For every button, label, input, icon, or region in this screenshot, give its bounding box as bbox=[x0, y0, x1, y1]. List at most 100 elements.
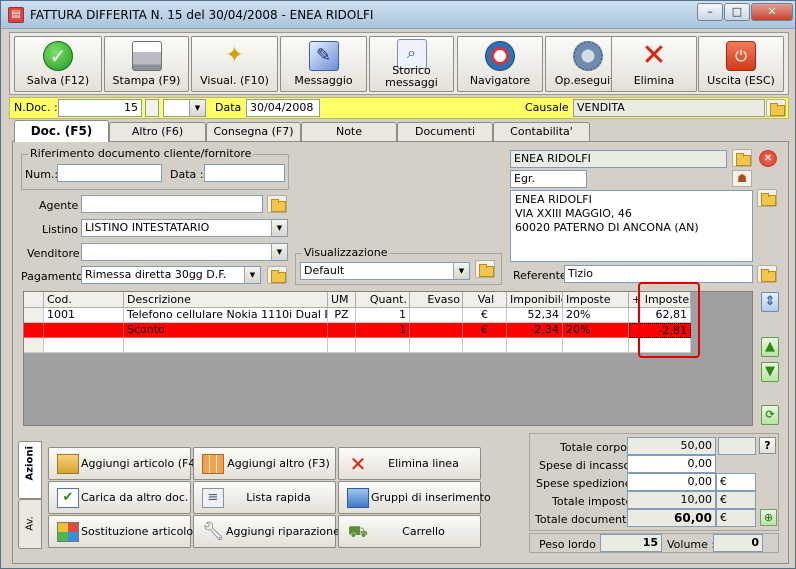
messaggio-button[interactable]: ✎ Messaggio bbox=[280, 36, 367, 92]
zoom-add-icon[interactable]: ⊕ bbox=[760, 509, 777, 526]
cell-quant[interactable]: 1 bbox=[356, 308, 410, 323]
tab-altro[interactable]: Altro (F6) bbox=[109, 122, 206, 141]
lista-rapida-button[interactable]: ≡ Lista rapida bbox=[193, 481, 336, 514]
cell-evaso[interactable] bbox=[410, 323, 463, 338]
pagamento-select[interactable]: Rimessa diretta 30gg D.F. ▼ bbox=[81, 266, 261, 284]
spese-incasso-field[interactable]: 0,00 bbox=[627, 455, 716, 473]
address-folder-icon[interactable] bbox=[757, 189, 777, 207]
tab-doc[interactable]: Doc. (F5) bbox=[14, 120, 109, 142]
table-row[interactable] bbox=[24, 338, 691, 353]
cell-descrizione[interactable]: Sconto bbox=[124, 323, 328, 338]
minimize-button[interactable]: – bbox=[697, 3, 723, 21]
cell-imposte[interactable] bbox=[563, 338, 629, 353]
rif-data-field[interactable] bbox=[204, 164, 285, 182]
cell-cod[interactable] bbox=[44, 338, 124, 353]
grid-header-imposte[interactable]: Imposte bbox=[563, 292, 629, 308]
cell-quant[interactable] bbox=[356, 338, 410, 353]
cell-cod[interactable] bbox=[44, 323, 124, 338]
gruppi-inserimento-button[interactable]: Gruppi di inserimento bbox=[338, 481, 491, 514]
cell-evaso[interactable] bbox=[410, 308, 463, 323]
cliente-delete-icon[interactable]: ✕ bbox=[759, 150, 777, 167]
visual-button[interactable]: ✦ Visual. (F10) bbox=[191, 36, 278, 92]
ndoc-field[interactable]: 15 bbox=[58, 99, 142, 117]
salva-button[interactable]: ✓ Salva (F12) bbox=[14, 36, 102, 92]
peso-lordo-field[interactable]: 15 bbox=[600, 534, 662, 552]
tab-documenti[interactable]: Documenti bbox=[397, 122, 493, 141]
volume-field[interactable]: 0 bbox=[713, 534, 763, 552]
cell-um[interactable]: PZ bbox=[328, 308, 356, 323]
visualizzazione-select[interactable]: Default ▼ bbox=[300, 262, 470, 280]
grid-header-quant[interactable]: Quant. bbox=[356, 292, 410, 308]
visualizzazione-folder-icon[interactable] bbox=[475, 260, 495, 278]
grid-header-evaso[interactable]: Evaso bbox=[410, 292, 463, 308]
spese-spedizione-field[interactable]: 0,00 bbox=[627, 473, 716, 491]
num-field[interactable] bbox=[57, 164, 162, 182]
grid-header-cod[interactable]: Cod. bbox=[44, 292, 124, 308]
cell-descrizione[interactable] bbox=[124, 338, 328, 353]
refresh-icon[interactable]: ⟳ bbox=[761, 405, 779, 425]
cell-imponibile[interactable]: -2,34 bbox=[507, 323, 563, 338]
grid-header-imponibile[interactable]: Imponibile bbox=[507, 292, 563, 308]
tab-av[interactable]: Av. bbox=[18, 499, 42, 549]
data-field[interactable]: 30/04/2008 bbox=[246, 99, 320, 117]
cell-imposte[interactable]: 20% bbox=[563, 323, 629, 338]
table-row[interactable]: Sconto 1 € -2,34 20% -2,81 bbox=[24, 323, 691, 338]
carrello-button[interactable]: ⛟ Carrello bbox=[338, 515, 481, 548]
listino-select[interactable]: LISTINO INTESTATARIO ▼ bbox=[81, 219, 288, 237]
person-icon[interactable]: ☗ bbox=[732, 170, 752, 187]
aggiungi-articolo-button[interactable]: Aggiungi articolo (F4) bbox=[48, 447, 200, 480]
cliente-folder-icon[interactable] bbox=[732, 149, 752, 167]
maximize-button[interactable]: □ bbox=[724, 3, 750, 21]
navigatore-button[interactable]: Navigatore bbox=[457, 36, 543, 92]
carica-altro-doc-button[interactable]: ✔ Carica da altro doc. bbox=[48, 481, 191, 514]
causale-field[interactable]: VENDITA bbox=[573, 99, 765, 117]
cell-cod[interactable]: 1001 bbox=[44, 308, 124, 323]
venditore-select[interactable]: ▼ bbox=[81, 243, 288, 261]
tab-contabilita[interactable]: Contabilita' bbox=[493, 122, 590, 141]
pagamento-folder-icon[interactable] bbox=[267, 266, 287, 284]
cell-val[interactable]: € bbox=[463, 308, 507, 323]
storico-button[interactable]: ⌕ Storico messaggi bbox=[369, 36, 454, 92]
tab-consegna[interactable]: Consegna (F7) bbox=[206, 122, 301, 141]
tab-azioni[interactable]: Azioni bbox=[18, 441, 42, 499]
cell-imposte[interactable]: 20% bbox=[563, 308, 629, 323]
elimina-button[interactable]: ✕ Elimina bbox=[611, 36, 697, 92]
series-select[interactable]: ▼ bbox=[163, 99, 206, 117]
move-updown-icon[interactable]: ⇕ bbox=[761, 292, 779, 312]
cell-quant[interactable]: 1 bbox=[356, 323, 410, 338]
aggiungi-riparazione-button[interactable]: 🔧︎ Aggiungi riparazione bbox=[193, 515, 340, 548]
grid-header-descrizione[interactable]: Descrizione bbox=[124, 292, 328, 308]
cell-val[interactable] bbox=[463, 338, 507, 353]
agente-folder-icon[interactable] bbox=[267, 195, 287, 213]
cell-um[interactable] bbox=[328, 323, 356, 338]
cliente-address-box[interactable]: ENEA RIDOLFI VIA XXIII MAGGIO, 46 60020 … bbox=[510, 190, 753, 262]
arrow-down-icon[interactable]: ▼ bbox=[761, 362, 779, 382]
referente-folder-icon[interactable] bbox=[757, 265, 777, 283]
cell-imponibile[interactable]: 52,34 bbox=[507, 308, 563, 323]
agente-field[interactable] bbox=[81, 195, 263, 213]
grid-header-um[interactable]: UM bbox=[328, 292, 356, 308]
cell-imponibile[interactable] bbox=[507, 338, 563, 353]
causale-folder-icon[interactable] bbox=[766, 99, 786, 117]
spese-spedizione-currency[interactable]: € bbox=[716, 473, 756, 491]
table-row[interactable]: 1001 Telefono cellulare Nokia 1110i Dual… bbox=[24, 308, 691, 323]
cell-evaso[interactable] bbox=[410, 338, 463, 353]
cell-descrizione[interactable]: Telefono cellulare Nokia 1110i Dual Ba..… bbox=[124, 308, 328, 323]
totale-documento-field[interactable]: 60,00 bbox=[627, 509, 716, 527]
aggiungi-altro-button[interactable]: Aggiungi altro (F3) bbox=[193, 447, 336, 480]
tab-note[interactable]: Note bbox=[301, 122, 397, 141]
ndoc-suffix-field[interactable] bbox=[145, 99, 159, 117]
uscita-button[interactable]: ⏻ Uscita (ESC) bbox=[698, 36, 784, 92]
elimina-linea-button[interactable]: ✕ Elimina linea bbox=[338, 447, 481, 480]
totale-corpo-field[interactable]: 50,00 bbox=[627, 437, 716, 455]
cliente-title-field[interactable]: Egr. bbox=[510, 170, 587, 188]
stampa-button[interactable]: Stampa (F9) bbox=[104, 36, 189, 92]
cliente-name-field[interactable]: ENEA RIDOLFI bbox=[510, 150, 727, 168]
referente-field[interactable]: Tizio bbox=[564, 265, 753, 283]
help-button[interactable]: ? bbox=[759, 437, 776, 454]
totale-imposte-field[interactable]: 10,00 bbox=[627, 491, 716, 509]
grid-header-val[interactable]: Val bbox=[463, 292, 507, 308]
sostituzione-articolo-button[interactable]: Sostituzione articolo bbox=[48, 515, 193, 548]
close-button[interactable]: ✕ bbox=[751, 3, 793, 21]
cell-um[interactable] bbox=[328, 338, 356, 353]
